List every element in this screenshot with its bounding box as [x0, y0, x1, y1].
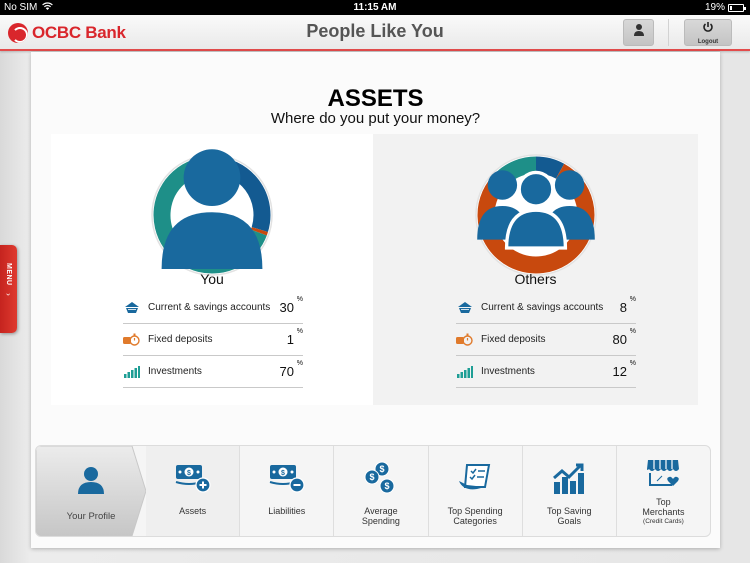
others-label: Others — [514, 271, 557, 287]
section-title: ASSETS — [327, 85, 424, 112]
user-icon — [71, 462, 111, 498]
row-label: Current & savings accounts — [148, 302, 271, 313]
bar-chart-icon — [456, 365, 473, 379]
svg-text:$: $ — [187, 470, 191, 477]
others-donut-chart: Others — [473, 152, 599, 287]
nav-label: Top Saving Goals — [547, 506, 592, 526]
row-label: Fixed deposits — [148, 334, 213, 345]
coins-icon: $ $ $ — [361, 460, 401, 496]
value-number: 70 — [279, 364, 294, 379]
power-icon — [702, 20, 714, 38]
row-value: 8% — [619, 296, 636, 315]
percent-sign: % — [629, 328, 636, 335]
others-breakdown-list: Current & savings accounts 8% Fixed depo… — [456, 292, 636, 388]
nav-label: Your Profile — [66, 511, 116, 522]
percent-sign: % — [629, 360, 636, 367]
value-number: 30 — [279, 300, 294, 315]
coins-timer-icon — [123, 333, 140, 347]
nav-your-profile[interactable]: Your Profile — [36, 446, 146, 536]
receipt-icon — [455, 460, 495, 496]
nav-assets[interactable]: $ Assets — [146, 446, 240, 536]
nav-top-saving-goals[interactable]: Top Saving Goals — [521, 446, 616, 536]
row-label: Fixed deposits — [481, 334, 546, 345]
value-number: 80 — [612, 332, 627, 347]
nav-sublabel: (Credit Cards) — [643, 518, 684, 525]
app-header: OCBC Bank People Like You Logout — [0, 15, 750, 51]
percent-sign: % — [296, 296, 303, 303]
logout-button[interactable]: Logout — [684, 19, 732, 46]
bank-icon — [456, 301, 473, 315]
section-subtitle: Where do you put your money? — [270, 110, 481, 127]
group-icon — [473, 143, 599, 269]
nav-label: Top Spending Categories — [447, 506, 503, 526]
row-value: 30% — [279, 296, 303, 315]
row-label: Investments — [148, 366, 202, 377]
chevron-right-icon: › — [3, 292, 13, 296]
bank-icon — [123, 301, 140, 315]
growth-chart-icon — [549, 460, 589, 496]
menu-label: MENU — [5, 263, 12, 286]
list-item: Fixed deposits 1% — [123, 324, 303, 356]
nav-label: Average Spending — [361, 506, 400, 526]
storefront-icon — [643, 456, 683, 492]
value-number: 1 — [286, 332, 294, 347]
battery-icon — [728, 3, 746, 12]
money-plus-icon: $ — [173, 460, 213, 496]
row-value: 70% — [279, 360, 303, 379]
bar-chart-icon — [123, 365, 140, 379]
nav-top-merchants[interactable]: Top Merchants (Credit Cards) — [615, 446, 710, 536]
list-item: Investments 12% — [456, 356, 636, 388]
row-label: Investments — [481, 366, 535, 377]
others-panel: Others Current & savings accounts 8% Fix… — [373, 134, 698, 405]
you-breakdown-list: Current & savings accounts 30% Fixed dep… — [123, 292, 303, 388]
money-minus-icon: $ — [267, 460, 307, 496]
main-card: ASSETS Where do you put your money? You … — [31, 52, 720, 548]
user-icon — [149, 143, 275, 269]
clock: 11:15 AM — [353, 2, 397, 13]
row-label: Current & savings accounts — [481, 302, 604, 313]
percent-sign: % — [296, 360, 303, 367]
status-bar: No SIM 11:15 AM 19% — [0, 0, 750, 15]
value-number: 8 — [619, 300, 627, 315]
side-menu-tab[interactable]: MENU › — [0, 245, 17, 333]
logout-label: Logout — [697, 39, 719, 45]
bottom-nav: Your Profile $ Assets $ Liabilities $ $ $ … — [35, 445, 711, 537]
list-item: Current & savings accounts 30% — [123, 292, 303, 324]
svg-text:$: $ — [281, 470, 285, 477]
svg-text:$: $ — [369, 472, 374, 482]
nav-average-spending[interactable]: $ $ $ Average Spending — [333, 446, 427, 536]
nav-label: Liabilities — [268, 506, 306, 516]
row-value: 80% — [612, 328, 636, 347]
list-item: Fixed deposits 80% — [456, 324, 636, 356]
list-item: Current & savings accounts 8% — [456, 292, 636, 324]
percent-sign: % — [629, 296, 636, 303]
nav-top-spending-categories[interactable]: Top Spending Categories — [427, 446, 522, 536]
nav-label: Top Merchants — [642, 497, 685, 517]
nav-label: Assets — [179, 506, 207, 516]
list-item: Investments 70% — [123, 356, 303, 388]
you-label: You — [200, 271, 224, 287]
you-panel: You Current & savings accounts 30% Fixed… — [51, 134, 373, 405]
row-value: 12% — [612, 360, 636, 379]
nav-liabilities[interactable]: $ Liabilities — [239, 446, 333, 536]
coins-timer-icon — [456, 333, 473, 347]
svg-text:$: $ — [379, 464, 384, 474]
profile-button[interactable] — [623, 19, 654, 46]
value-number: 12 — [612, 364, 627, 379]
battery-percent: 19% — [704, 2, 725, 13]
you-donut-chart: You — [149, 149, 275, 287]
row-value: 1% — [286, 328, 303, 347]
svg-text:$: $ — [384, 481, 389, 491]
header-divider — [668, 19, 669, 46]
user-icon — [633, 23, 645, 42]
percent-sign: % — [296, 328, 303, 335]
